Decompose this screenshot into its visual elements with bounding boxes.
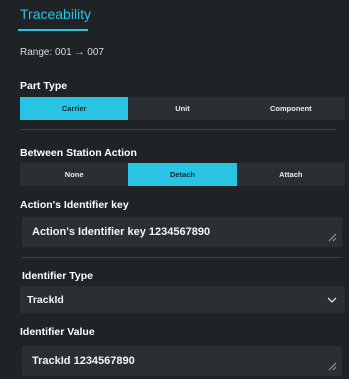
- tab-active-indicator: [18, 29, 88, 31]
- identifier-value-label: Identifier Value: [20, 326, 95, 338]
- action-identifier-key-value: Action's Identifier key 1234567890: [32, 226, 211, 238]
- action-option-attach[interactable]: Attach: [237, 163, 345, 186]
- range-text: Range: 001 → 007: [20, 47, 104, 58]
- action-identifier-key-label: Action's Identifier key: [20, 199, 129, 211]
- tab-traceability[interactable]: Traceability: [20, 6, 91, 22]
- identifier-value-text: TrackId 1234567890: [32, 355, 135, 367]
- section-divider: [20, 129, 336, 130]
- part-type-label: Part Type: [20, 80, 68, 92]
- section-divider: [22, 257, 342, 258]
- action-option-none[interactable]: None: [20, 163, 128, 186]
- resize-grip-icon[interactable]: [328, 362, 337, 371]
- identifier-type-select[interactable]: TrackId: [20, 286, 345, 313]
- chevron-down-icon: [327, 297, 337, 303]
- part-type-option-unit[interactable]: Unit: [128, 97, 236, 120]
- part-type-segmented-control: Carrier Unit Component: [20, 97, 345, 120]
- identifier-type-selected-value: TrackId: [27, 293, 64, 306]
- identifier-type-label: Identifier Type: [22, 270, 93, 282]
- resize-grip-icon[interactable]: [328, 233, 337, 242]
- part-type-option-carrier[interactable]: Carrier: [20, 97, 129, 120]
- between-station-action-label: Between Station Action: [20, 147, 137, 159]
- action-identifier-key-input[interactable]: Action's Identifier key 1234567890: [22, 217, 342, 247]
- part-type-option-component[interactable]: Component: [237, 97, 345, 120]
- identifier-value-input[interactable]: TrackId 1234567890: [22, 346, 342, 376]
- action-option-detach[interactable]: Detach: [128, 163, 237, 186]
- between-station-action-segmented-control: None Detach Attach: [20, 163, 345, 186]
